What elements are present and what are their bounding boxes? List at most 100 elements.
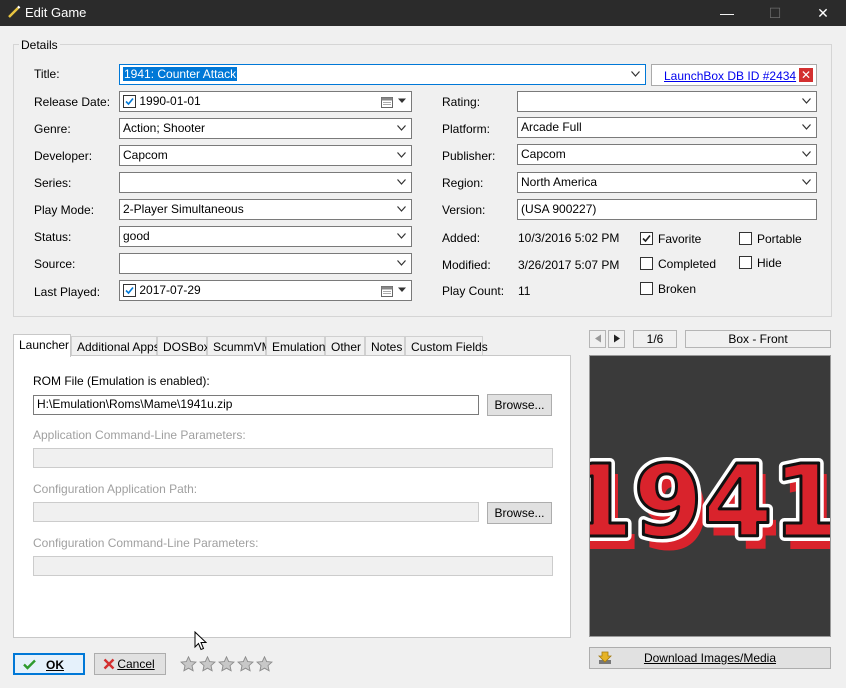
modified-value: 3/26/2017 5:07 PM [518,258,620,272]
broken-checkbox[interactable]: Broken [640,282,696,296]
tab-dosbox[interactable]: DOSBox [157,336,210,356]
minimize-button[interactable]: — [704,0,750,26]
cancel-label: Cancel [117,657,155,671]
tab-custom-fields[interactable]: Custom Fields [405,336,488,356]
tab-other[interactable]: Other [325,336,365,356]
image-counter: 1/6 [633,330,677,348]
browse-config-button[interactable]: Browse... [487,502,552,524]
calendar-icon[interactable] [381,285,393,297]
maximize-button[interactable]: ☐ [752,0,798,26]
genre-label: Genre: [34,122,71,136]
star-icon[interactable] [218,655,235,672]
chevron-down-icon [398,98,406,103]
version-input[interactable]: (USA 900227) [517,199,817,220]
portable-label: Portable [757,232,802,246]
cancel-button[interactable]: Cancel [94,653,166,675]
triangle-right-icon [613,334,620,343]
app-params-label: Application Command-Line Parameters: [33,428,246,442]
chevron-down-icon [397,179,406,185]
launchbox-db-link[interactable]: LaunchBox DB ID #2434 [664,69,796,83]
next-image-button[interactable] [608,330,625,348]
rating-combo[interactable] [517,91,817,112]
chevron-down-icon [397,260,406,266]
completed-checkbox[interactable]: Completed [640,257,716,271]
title-combo[interactable]: 1941: Counter Attack [119,64,646,85]
checkbox-box[interactable] [640,257,653,271]
developer-combo[interactable]: Capcom [119,145,412,166]
source-label: Source: [34,257,76,271]
tab-notes[interactable]: Notes [365,336,405,356]
chevron-down-icon [802,151,811,157]
tab-scummvm[interactable]: ScummVM [207,336,272,356]
status-combo[interactable]: good [119,226,412,247]
completed-label: Completed [658,257,717,271]
favorite-checkbox[interactable]: Favorite [640,232,701,246]
browse-rom-button[interactable]: Browse... [487,394,552,416]
chevron-down-icon [397,152,406,158]
genre-value: Action; Shooter [123,121,206,135]
config-path-label: Configuration Application Path: [33,482,198,496]
source-combo[interactable] [119,253,412,274]
hide-label: Hide [757,256,782,270]
release-date-checkbox[interactable] [123,95,136,109]
chevron-down-icon [631,71,640,77]
tab-additional-apps[interactable]: Additional Apps [71,336,160,356]
checkbox-box[interactable] [640,232,653,246]
download-icon [598,651,612,664]
ok-button[interactable]: OK [13,653,85,675]
config-path-input[interactable] [33,502,479,522]
remove-db-link-icon[interactable]: ✕ [799,68,813,82]
platform-label: Platform: [442,122,491,136]
last-played-picker[interactable]: 2017-07-29 [119,280,412,301]
box-art-image[interactable]: 1941 1941 1941 [589,355,831,637]
download-media-label: Download Images/Media [643,651,777,665]
star-icon[interactable] [256,655,273,672]
tab-launcher[interactable]: Launcher [13,334,71,357]
image-type-label: Box - Front [685,330,831,348]
play-mode-combo[interactable]: 2-Player Simultaneous [119,199,412,220]
hide-checkbox[interactable]: Hide [739,256,782,270]
star-icon[interactable] [180,655,197,672]
checkbox-box[interactable] [739,256,752,270]
last-played-value: 2017-07-29 [139,283,201,297]
star-icon[interactable] [199,655,216,672]
genre-combo[interactable]: Action; Shooter [119,118,412,139]
title-value: 1941: Counter Attack [123,67,238,81]
release-date-picker[interactable]: 1990-01-01 [119,91,412,112]
developer-value: Capcom [123,148,168,162]
chevron-down-icon [397,233,406,239]
last-played-label: Last Played: [34,285,101,299]
added-label: Added: [442,231,481,245]
region-combo[interactable]: North America [517,172,817,193]
rom-file-input[interactable]: H:\Emulation\Roms\Mame\1941u.zip [33,395,479,415]
calendar-icon[interactable] [381,96,393,108]
last-played-checkbox[interactable] [123,284,136,298]
config-params-label: Configuration Command-Line Parameters: [33,536,259,550]
portable-checkbox[interactable]: Portable [739,232,802,246]
x-icon [103,658,115,670]
tab-emulation[interactable]: Emulation [266,336,325,356]
chevron-down-icon [802,98,811,104]
modified-label: Modified: [442,258,491,272]
download-media-button[interactable]: Download Images/Media [589,647,831,669]
prev-image-button[interactable] [589,330,606,348]
version-value: (USA 900227) [521,202,597,216]
chevron-down-icon [397,206,406,212]
config-params-input[interactable] [33,556,553,576]
details-group-label: Details [19,38,60,52]
platform-combo[interactable]: Arcade Full [517,117,817,138]
checkbox-box[interactable] [640,282,653,296]
series-combo[interactable] [119,172,412,193]
star-rating[interactable] [180,655,275,675]
chevron-down-icon [802,124,811,130]
close-button[interactable]: ✕ [800,0,846,26]
star-icon[interactable] [237,655,254,672]
db-link-box: LaunchBox DB ID #2434 ✕ [651,64,817,86]
broken-label: Broken [658,282,697,296]
app-params-input[interactable] [33,448,553,468]
checkbox-box[interactable] [739,232,752,246]
publisher-combo[interactable]: Capcom [517,144,817,165]
publisher-value: Capcom [521,147,566,161]
title-bar: Edit Game — ☐ ✕ [0,0,846,26]
rom-file-value: H:\Emulation\Roms\Mame\1941u.zip [37,397,233,411]
